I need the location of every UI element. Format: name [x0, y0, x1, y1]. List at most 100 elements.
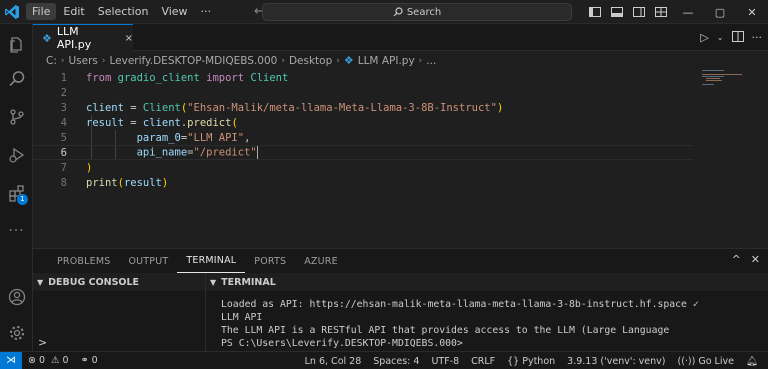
minimize-icon[interactable]: —	[672, 0, 704, 24]
panel-actions: ^ ✕	[732, 253, 760, 266]
code-token: from	[86, 71, 112, 84]
remote-indicator-icon[interactable]: ⋊	[0, 351, 22, 369]
debug-prompt[interactable]: >	[38, 336, 47, 349]
code-line[interactable]: 3 client = Client("Ehsan-Malik/meta-llama…	[33, 100, 693, 115]
chevron-down-icon: ▼	[37, 277, 44, 287]
code-editor[interactable]: 1 from gradio_client import Client 2 3 clien…	[33, 70, 768, 248]
customize-layout-icon[interactable]	[650, 0, 672, 24]
code-text: print(result)	[86, 177, 168, 189]
ports-icon: ⚭	[80, 355, 89, 366]
python-interpreter[interactable]: 3.9.13 ('venv': venv)	[561, 356, 671, 367]
code-text: api_name="/predict"	[86, 146, 258, 159]
tab-output[interactable]: OUTPUT	[119, 249, 177, 273]
breadcrumb-item[interactable]: Leverify.DESKTOP-MDIQEBS.000	[110, 55, 278, 67]
more-actions-icon[interactable]: ···	[752, 31, 763, 44]
toggle-panel-icon[interactable]	[606, 0, 628, 24]
menu-file[interactable]: File	[26, 3, 57, 20]
settings-gear-icon[interactable]	[0, 318, 33, 348]
code-line[interactable]: 5 param_0="LLM API",	[33, 130, 693, 145]
search-icon	[393, 7, 403, 17]
breadcrumb-item[interactable]: LLM API.py	[358, 55, 415, 67]
language-mode[interactable]: {} Python	[501, 356, 561, 367]
tab-llm-api-py[interactable]: ❖ LLM API.py ×	[33, 24, 133, 51]
split-editor-icon[interactable]	[731, 30, 744, 45]
more-views-icon[interactable]: ···	[0, 216, 33, 246]
cursor-position[interactable]: Ln 6, Col 28	[299, 356, 368, 367]
tab-terminal[interactable]: TERMINAL	[177, 249, 246, 273]
language-label: Python	[522, 355, 556, 367]
explorer-icon[interactable]	[0, 30, 33, 60]
toggle-sidebar-icon[interactable]	[584, 0, 606, 24]
errors-count: 0	[38, 355, 46, 366]
tab-problems[interactable]: PROBLEMS	[48, 249, 119, 273]
code-line[interactable]: 4 result = client.predict(	[33, 115, 693, 130]
breadcrumb-item[interactable]: C:	[46, 55, 57, 67]
code-token: gradio_client	[111, 71, 207, 84]
minimap[interactable]	[702, 70, 752, 110]
terminal-line: PS C:\Users\Leverify.DESKTOP-MDIQEBS.000…	[221, 338, 463, 349]
ports-count: 0	[91, 355, 98, 366]
code-token: client	[86, 101, 124, 114]
code-line[interactable]: 1 from gradio_client import Client	[33, 70, 693, 85]
account-icon[interactable]	[0, 282, 33, 312]
source-control-icon[interactable]	[0, 102, 33, 132]
code-line[interactable]: 6 api_name="/predict"	[33, 145, 693, 160]
code-text: param_0="LLM API",	[86, 132, 251, 144]
window-controls: — ▢ ✕	[584, 0, 768, 24]
eol-status[interactable]: CRLF	[465, 356, 501, 367]
terminal-header[interactable]: ▼ TERMINAL	[206, 273, 768, 291]
code-token: result	[86, 116, 124, 129]
close-tab-icon[interactable]: ×	[125, 33, 133, 44]
menu-view[interactable]: View	[155, 3, 193, 20]
debug-console-pane[interactable]: ▼ DEBUG CONSOLE >	[33, 273, 206, 352]
toggle-secondary-sidebar-icon[interactable]	[628, 0, 650, 24]
line-number: 7	[60, 161, 67, 174]
python-file-icon: ❖	[343, 54, 354, 67]
tab-ports[interactable]: PORTS	[245, 249, 295, 273]
terminal-pane[interactable]: ▼ TERMINAL Loaded as API: https://ehsan-…	[206, 273, 768, 352]
tab-azure[interactable]: AZURE	[295, 249, 347, 273]
bottom-panel: PROBLEMS OUTPUT TERMINAL PORTS AZURE ^ ✕ ▼ D…	[33, 248, 768, 352]
code-token: client	[142, 116, 181, 129]
breadcrumb-separator-icon: ›	[281, 55, 285, 66]
menu-edit[interactable]: Edit	[57, 3, 90, 20]
maximize-panel-icon[interactable]: ^	[732, 253, 741, 266]
tab-title: LLM API.py	[56, 25, 92, 51]
terminal-line: The LLM API is a RESTful API that provid…	[221, 325, 670, 336]
close-window-icon[interactable]: ✕	[736, 0, 768, 24]
search-view-icon[interactable]	[0, 64, 33, 94]
code-token: Client	[142, 101, 181, 114]
warning-icon: ⚠	[51, 355, 60, 366]
extensions-icon[interactable]: 1	[0, 178, 33, 208]
code-token: =	[123, 101, 143, 114]
line-number: 8	[60, 176, 67, 189]
ports-status[interactable]: ⚭ 0	[75, 355, 104, 366]
breadcrumb-item[interactable]: Users	[68, 55, 97, 67]
close-panel-icon[interactable]: ✕	[751, 253, 760, 266]
code-text: from gradio_client import Client	[86, 72, 288, 84]
maximize-icon[interactable]: ▢	[704, 0, 736, 24]
code-line[interactable]: 7)	[33, 160, 693, 175]
encoding-status[interactable]: UTF-8	[425, 356, 465, 367]
breadcrumb-item[interactable]: Desktop	[289, 55, 332, 67]
run-debug-icon[interactable]	[0, 140, 33, 170]
code-line[interactable]: 2	[33, 85, 693, 100]
go-live-button[interactable]: ((·)) Go Live	[671, 356, 739, 367]
line-number: 5	[60, 131, 67, 144]
indentation-status[interactable]: Spaces: 4	[367, 356, 425, 367]
code-token: =	[123, 116, 143, 129]
notifications-bell-icon[interactable]: 🔔︎	[740, 356, 764, 367]
run-dropdown-chevron-icon[interactable]: ⌄	[717, 33, 724, 42]
breadcrumb-separator-icon: ›	[418, 55, 423, 66]
problems-status[interactable]: ⊗ 0 ⚠ 0	[22, 355, 75, 366]
breadcrumb-item[interactable]: ...	[426, 55, 436, 67]
chevron-down-icon: ▼	[210, 277, 217, 287]
run-file-icon[interactable]: ▷	[700, 31, 708, 44]
command-search-box[interactable]: Search	[262, 3, 572, 21]
warnings-count: 0	[62, 355, 69, 366]
menu-selection[interactable]: Selection	[92, 3, 155, 20]
debug-console-header[interactable]: ▼ DEBUG CONSOLE	[33, 273, 205, 291]
code-line[interactable]: 8 print(result)	[33, 175, 693, 190]
go-live-label: Go Live	[698, 355, 734, 367]
more-menu-icon[interactable]: ···	[195, 3, 218, 20]
